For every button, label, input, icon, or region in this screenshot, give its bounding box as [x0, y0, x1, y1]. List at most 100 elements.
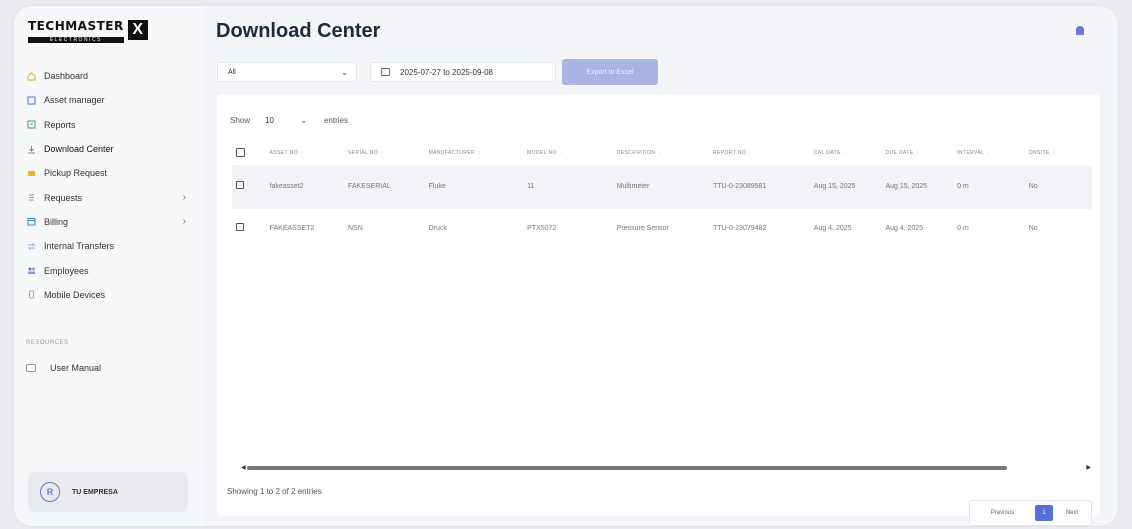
- onsite-cell: No: [1028, 225, 1038, 232]
- scrollbar-thumb[interactable]: [247, 466, 1007, 470]
- sidebar-item-employees[interactable]: Employees: [24, 258, 194, 282]
- due-date-cell: Aug 15, 2025: [885, 183, 928, 190]
- avatar: R: [40, 482, 60, 502]
- row-select-cell: [232, 209, 266, 249]
- sidebar-item-pickup-request[interactable]: Pickup Request: [24, 161, 194, 185]
- table-row[interactable]: FAKEASSET2 NSN Druck PTX5072 Pressure Se…: [232, 209, 1092, 249]
- row-select-cell: [232, 165, 266, 209]
- sidebar-item-requests[interactable]: Requests ›: [24, 185, 194, 209]
- home-icon: [26, 71, 36, 81]
- date-range-value: 2025-07-27 to 2025-09-08: [400, 67, 493, 77]
- pagination: Previous 1 Next: [969, 500, 1092, 526]
- type-filter-value: All: [228, 69, 236, 76]
- asset-no-cell[interactable]: FAKEASSET2: [266, 209, 344, 249]
- column-header[interactable]: CAL DATE ↕: [810, 141, 882, 165]
- description-cell: Pressure Sensor: [616, 225, 669, 232]
- download-table: ASSET NO ↕ SERIAL NO ↕ MANUFACTURER ↕ MODEL…: [232, 141, 1092, 249]
- onsite-cell: No: [1028, 183, 1038, 190]
- serial-no-cell: NSN: [347, 225, 363, 232]
- model-no-cell: 11: [527, 183, 535, 190]
- users-icon: [26, 266, 36, 276]
- interval-cell: 0 m: [957, 225, 969, 232]
- type-filter-select[interactable]: All ⌄: [217, 62, 357, 82]
- scroll-left-icon[interactable]: ◀: [241, 464, 246, 471]
- column-header[interactable]: INTERVAL ↕: [953, 141, 1025, 165]
- sidebar-item-asset-manager[interactable]: Asset manager: [24, 88, 194, 112]
- sidebar-item-label: Internal Transfers: [44, 241, 115, 252]
- cal-date-cell: Aug 4, 2025: [813, 225, 852, 232]
- company-name: TU EMPRESA: [72, 488, 118, 496]
- sidebar-item-label: Requests: [44, 192, 83, 203]
- page-size-value: 10: [265, 115, 274, 125]
- brand-name: TECHMASTER: [28, 19, 124, 33]
- column-header[interactable]: MODEL NO ↕: [523, 141, 613, 165]
- serial-no-cell: FAKESERIAL: [347, 183, 391, 190]
- show-label: Show: [230, 115, 251, 125]
- scroll-right-icon[interactable]: ▶: [1086, 464, 1091, 471]
- chevron-right-icon: ›: [182, 216, 186, 228]
- brand-mark: X: [127, 20, 148, 40]
- page-size-select[interactable]: 10 ⌄: [260, 112, 315, 128]
- sidebar-item-label: Mobile Devices: [44, 289, 106, 300]
- sidebar: TECHMASTER ELECTRONICS X Dashboard Asset…: [14, 6, 204, 526]
- column-header[interactable]: ASSET NO ↕: [266, 141, 344, 165]
- report-icon: [26, 120, 36, 130]
- sidebar-item-reports[interactable]: Reports: [24, 113, 194, 137]
- sidebar-item-label: Reports: [44, 119, 76, 130]
- chevron-right-icon: ›: [182, 192, 186, 204]
- column-header[interactable]: MANUFACTURER ↕: [425, 141, 524, 165]
- select-all-checkbox[interactable]: [236, 147, 245, 157]
- horizontal-scrollbar[interactable]: ◀ ▶: [241, 464, 1091, 471]
- column-header[interactable]: DUE DATE ↕: [881, 141, 953, 165]
- transfer-icon: [26, 241, 36, 251]
- brand-logo[interactable]: TECHMASTER ELECTRONICS X: [28, 18, 148, 43]
- truck-icon: [26, 168, 36, 178]
- asset-no-cell[interactable]: fakeasset2: [266, 165, 344, 209]
- cal-date-cell: Aug 15, 2025: [813, 183, 856, 190]
- user-manual-link[interactable]: User Manual: [26, 363, 101, 373]
- book-icon: [26, 364, 36, 372]
- sidebar-item-billing[interactable]: Billing ›: [24, 210, 194, 234]
- sidebar-item-internal-transfers[interactable]: Internal Transfers: [24, 234, 194, 258]
- table-header-row: ASSET NO ↕ SERIAL NO ↕ MANUFACTURER ↕ MODEL…: [232, 141, 1092, 165]
- interval-cell: 0 m: [957, 183, 969, 190]
- column-header[interactable]: DESCRIPTION ↕: [613, 141, 709, 165]
- sidebar-item-label: Asset manager: [44, 95, 105, 106]
- sidebar-item-label: Billing: [44, 216, 69, 227]
- column-header[interactable]: ONSITE ↕: [1025, 141, 1092, 165]
- model-no-cell: PTX5072: [527, 225, 557, 232]
- chevron-down-icon: ⌄: [341, 68, 348, 77]
- results-card: Show 10 ⌄ entries ASSET NO ↕ SERIAL NO ↕ M…: [217, 94, 1100, 526]
- previous-page-button[interactable]: Previous: [970, 501, 1035, 525]
- app-window: TECHMASTER ELECTRONICS X Dashboard Asset…: [14, 6, 1118, 526]
- sidebar-item-dashboard[interactable]: Dashboard: [24, 64, 194, 88]
- table-info: Showing 1 to 2 of 2 entries: [227, 487, 322, 496]
- date-range-input[interactable]: 2025-07-27 to 2025-09-08: [370, 62, 556, 82]
- notification-bell-icon[interactable]: [1076, 26, 1084, 35]
- description-cell: Multimeter: [616, 183, 650, 190]
- table-row[interactable]: fakeasset2 FAKESERIAL Fluke 11 Multimete…: [232, 165, 1092, 209]
- page-title: Download Center: [216, 20, 381, 42]
- row-checkbox[interactable]: [236, 181, 244, 189]
- sidebar-item-label: Employees: [44, 265, 89, 276]
- chevron-down-icon: ⌄: [300, 115, 308, 125]
- calendar-icon: [381, 68, 390, 76]
- page-1-button[interactable]: 1: [1035, 505, 1053, 521]
- sidebar-item-mobile-devices[interactable]: Mobile Devices: [24, 283, 194, 307]
- export-excel-button[interactable]: Export to Excel: [562, 59, 658, 85]
- manufacturer-cell: Fluke: [428, 183, 446, 190]
- report-no-cell: TTU-0-23079482: [713, 225, 767, 232]
- column-header[interactable]: REPORT NO ↕: [709, 141, 810, 165]
- list-icon: [26, 193, 36, 203]
- box-icon: [26, 95, 36, 105]
- sidebar-item-label: Download Center: [44, 144, 114, 155]
- phone-icon: [26, 290, 36, 300]
- column-header[interactable]: SERIAL NO ↕: [344, 141, 425, 165]
- user-manual-label: User Manual: [50, 363, 102, 373]
- sidebar-item-label: Dashboard: [44, 71, 89, 82]
- sidebar-item-download-center[interactable]: Download Center: [24, 137, 194, 161]
- next-page-button[interactable]: Next: [1053, 501, 1091, 525]
- company-card[interactable]: R TU EMPRESA: [28, 472, 188, 512]
- sidebar-item-label: Pickup Request: [44, 168, 108, 179]
- row-checkbox[interactable]: [236, 223, 244, 231]
